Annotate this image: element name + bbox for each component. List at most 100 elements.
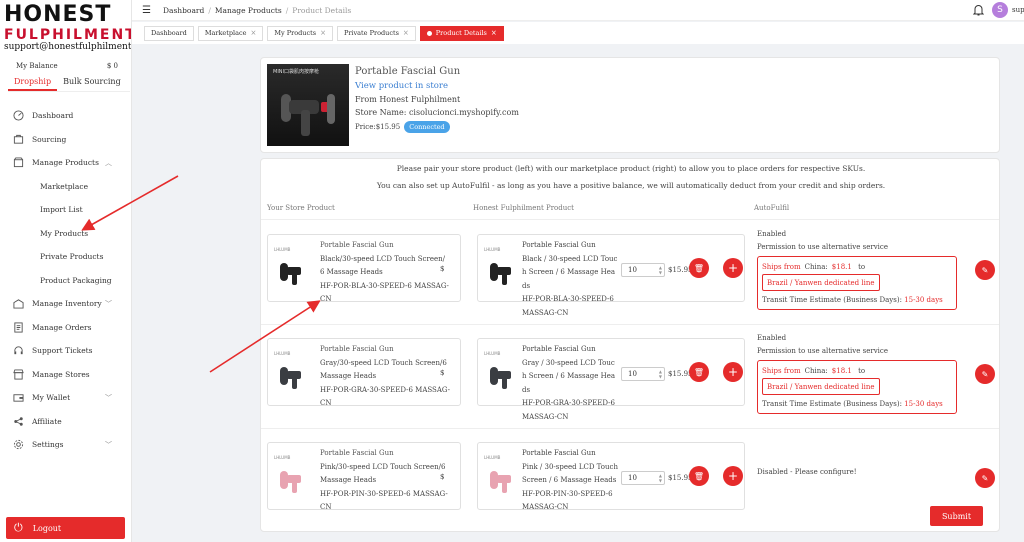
column-header-autofulfil: AutoFulfil: [754, 204, 790, 212]
wallet-icon: [12, 392, 24, 404]
sidebar-item-my-products[interactable]: My Products: [12, 222, 130, 246]
sidebar-item-label: Affiliate: [32, 416, 62, 426]
close-icon[interactable]: ×: [320, 29, 326, 37]
store-product-price: $: [440, 473, 445, 481]
menu-toggle-icon[interactable]: ☰: [142, 5, 151, 16]
sidebar-item-dashboard[interactable]: Dashboard: [12, 104, 130, 128]
sidebar-item-manage-stores[interactable]: Manage Stores: [12, 363, 130, 387]
autofulfil-permission: Permission to use alternative service: [757, 347, 888, 355]
store-product-price: $: [440, 369, 445, 377]
product-thumbnail: LHLUMB: [274, 351, 312, 395]
sidebar-item-product-packaging[interactable]: Product Packaging: [12, 269, 130, 293]
tab-private-products[interactable]: Private Products ×: [336, 25, 416, 41]
edit-button[interactable]: ✎: [975, 468, 995, 488]
ships-from: Ships from China: $18.1 to: [762, 367, 866, 375]
sidebar-item-manage-inventory[interactable]: Manage Inventory ﹀: [12, 292, 130, 316]
column-header-store: Your Store Product: [267, 204, 335, 212]
store-product-card[interactable]: LHLUMB Portable Fascial Gun Black/30-spe…: [267, 234, 461, 303]
quantity-stepper[interactable]: 10 ▲ ▼: [621, 367, 665, 381]
transit-estimate: Transit Time Estimate (Business Days): 1…: [762, 296, 943, 304]
brand-logo[interactable]: HONEST FULPHILMENT: [4, 4, 131, 44]
tab-product-details[interactable]: Product Details ×: [419, 25, 504, 41]
view-in-store-link[interactable]: View product in store: [355, 81, 519, 91]
delete-button[interactable]: 🗑: [689, 362, 709, 382]
sidebar-item-manage-products[interactable]: Manage Products ︿: [12, 151, 130, 175]
sidebar-item-my-wallet[interactable]: My Wallet ﹀: [12, 386, 130, 410]
store-product-text: Portable Fascial Gun Gray/30-speed LCD T…: [320, 343, 450, 411]
hf-product-sku: HF-POR-GRA-30-SPEED-6 MASSAG-CN: [522, 399, 615, 421]
sidebar-item-import-list[interactable]: Import List: [12, 198, 130, 222]
sidebar-item-affiliate[interactable]: Affiliate: [12, 410, 130, 434]
sourcing-icon: [12, 133, 24, 145]
autofulfil-info: Enabled Permission to use alternative se…: [757, 334, 957, 357]
sidebar-item-support-tickets[interactable]: Support Tickets: [12, 339, 130, 363]
plus-icon: +: [727, 261, 739, 275]
edit-button[interactable]: ✎: [975, 260, 995, 280]
hf-product-variant: Pink / 30-speed LCD Touch Screen / 6 Mas…: [522, 462, 618, 485]
close-icon[interactable]: ×: [403, 29, 409, 37]
submit-button[interactable]: Submit: [930, 506, 983, 526]
shipping-option-box[interactable]: Ships from China: $18.1 to Brazil / Yanwen…: [757, 256, 957, 310]
chevron-down-icon: ﹀: [105, 393, 112, 402]
add-button[interactable]: +: [723, 258, 743, 278]
ships-from: Ships from China: $18.1 to: [762, 263, 866, 271]
store-product-card[interactable]: LHLUMB Portable Fascial Gun Gray/30-spee…: [267, 338, 461, 407]
trash-icon: 🗑: [693, 471, 705, 481]
tab-marketplace[interactable]: Marketplace ×: [197, 25, 264, 41]
massage-gun-image: [280, 471, 302, 493]
headset-icon: [12, 345, 24, 357]
sidebar-item-private-products[interactable]: Private Products: [12, 245, 130, 269]
store-product-sku: HF-POR-PIN-30-SPEED-6 MASSAG-CN: [320, 489, 448, 512]
sidebar-item-settings[interactable]: Settings ﹀: [12, 433, 130, 457]
inventory-icon: [12, 298, 24, 310]
mode-dropship[interactable]: Dropship: [8, 76, 58, 91]
product-thumbnail: LHLUMB: [484, 247, 522, 291]
hf-product-variant: Gray / 30-speed LCD Touch Screen / 6 Mas…: [522, 358, 616, 394]
quantity-stepper[interactable]: 10 ▲ ▼: [621, 471, 665, 485]
sidebar-item-marketplace[interactable]: Marketplace: [12, 175, 130, 199]
sidebar-item-label: Product Packaging: [40, 275, 112, 285]
shipping-line-select[interactable]: Brazil / Yanwen dedicated line: [762, 274, 880, 291]
close-icon[interactable]: ×: [491, 29, 497, 37]
user-name[interactable]: sup: [1012, 6, 1024, 14]
mode-bulk-sourcing[interactable]: Bulk Sourcing: [57, 76, 127, 91]
autofulfil-status: Disabled - Please configure!: [757, 468, 857, 476]
sidebar-item-label: Private Products: [40, 252, 104, 262]
tab-dashboard[interactable]: Dashboard: [144, 25, 194, 41]
delete-button[interactable]: 🗑: [689, 466, 709, 486]
spinner-icon[interactable]: ▲ ▼: [659, 265, 662, 275]
sidebar-item-label: Settings: [32, 440, 64, 450]
sidebar-menu: Dashboard Sourcing Manage Products ︿ Mar…: [12, 104, 130, 457]
logout-button[interactable]: ⏻ Logout: [6, 517, 125, 539]
breadcrumb-manage-products[interactable]: Manage Products: [215, 6, 282, 15]
thumbnail-brand: LHLUMB: [484, 351, 501, 356]
breadcrumb-dashboard[interactable]: Dashboard: [163, 6, 204, 15]
spinner-icon[interactable]: ▲ ▼: [659, 369, 662, 379]
store-product-name: Portable Fascial Gun: [320, 241, 394, 249]
edit-button[interactable]: ✎: [975, 364, 995, 384]
sidebar-item-label: My Products: [40, 228, 89, 238]
sidebar-item-sourcing[interactable]: Sourcing: [12, 128, 130, 152]
bell-icon[interactable]: [972, 4, 985, 19]
close-icon[interactable]: ×: [250, 29, 256, 37]
sidebar-item-label: Manage Inventory: [32, 299, 102, 309]
sidebar: HONEST FULPHILMENT support@honestfulphil…: [0, 0, 132, 542]
tab-my-products[interactable]: My Products ×: [267, 25, 333, 41]
quantity-stepper[interactable]: 10 ▲ ▼: [621, 263, 665, 277]
spinner-icon[interactable]: ▲ ▼: [659, 473, 662, 483]
shipping-option-box[interactable]: Ships from China: $18.1 to Brazil / Yanwen…: [757, 360, 957, 414]
trash-icon: 🗑: [693, 263, 705, 273]
store-product-card[interactable]: LHLUMB Portable Fascial Gun Pink/30-spee…: [267, 442, 461, 511]
shipping-line-select[interactable]: Brazil / Yanwen dedicated line: [762, 378, 880, 395]
add-button[interactable]: +: [723, 362, 743, 382]
thumbnail-brand: LHLUMB: [274, 351, 291, 356]
chevron-down-icon: ﹀: [105, 299, 112, 308]
avatar[interactable]: S: [992, 2, 1008, 18]
tab-label: My Products: [274, 29, 317, 37]
tab-label: Dashboard: [151, 29, 187, 37]
delete-button[interactable]: 🗑: [689, 258, 709, 278]
sidebar-item-manage-orders[interactable]: Manage Orders: [12, 316, 130, 340]
box-icon: [12, 157, 24, 169]
add-button[interactable]: +: [723, 466, 743, 486]
product-price: Price:$15.95 Connected: [355, 121, 519, 133]
